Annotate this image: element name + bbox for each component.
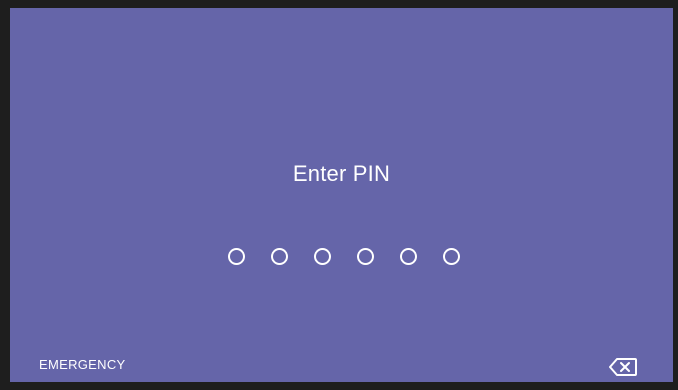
pin-dot-empty [313, 248, 331, 265]
pin-dot-empty [270, 248, 288, 265]
pin-dot-empty [227, 248, 245, 265]
pin-indicator [10, 248, 673, 265]
pin-dot-empty [442, 248, 460, 265]
pin-lock-screen: Enter PIN EMERGENCY [10, 8, 673, 382]
page-title: Enter PIN [292, 161, 391, 186]
backspace-button[interactable] [608, 357, 638, 377]
pin-dot-empty [399, 248, 417, 265]
device-frame: Enter PIN EMERGENCY [0, 0, 678, 390]
emergency-button[interactable]: EMERGENCY [39, 357, 126, 372]
backspace-icon [609, 358, 637, 376]
pin-dot-empty [356, 248, 374, 265]
